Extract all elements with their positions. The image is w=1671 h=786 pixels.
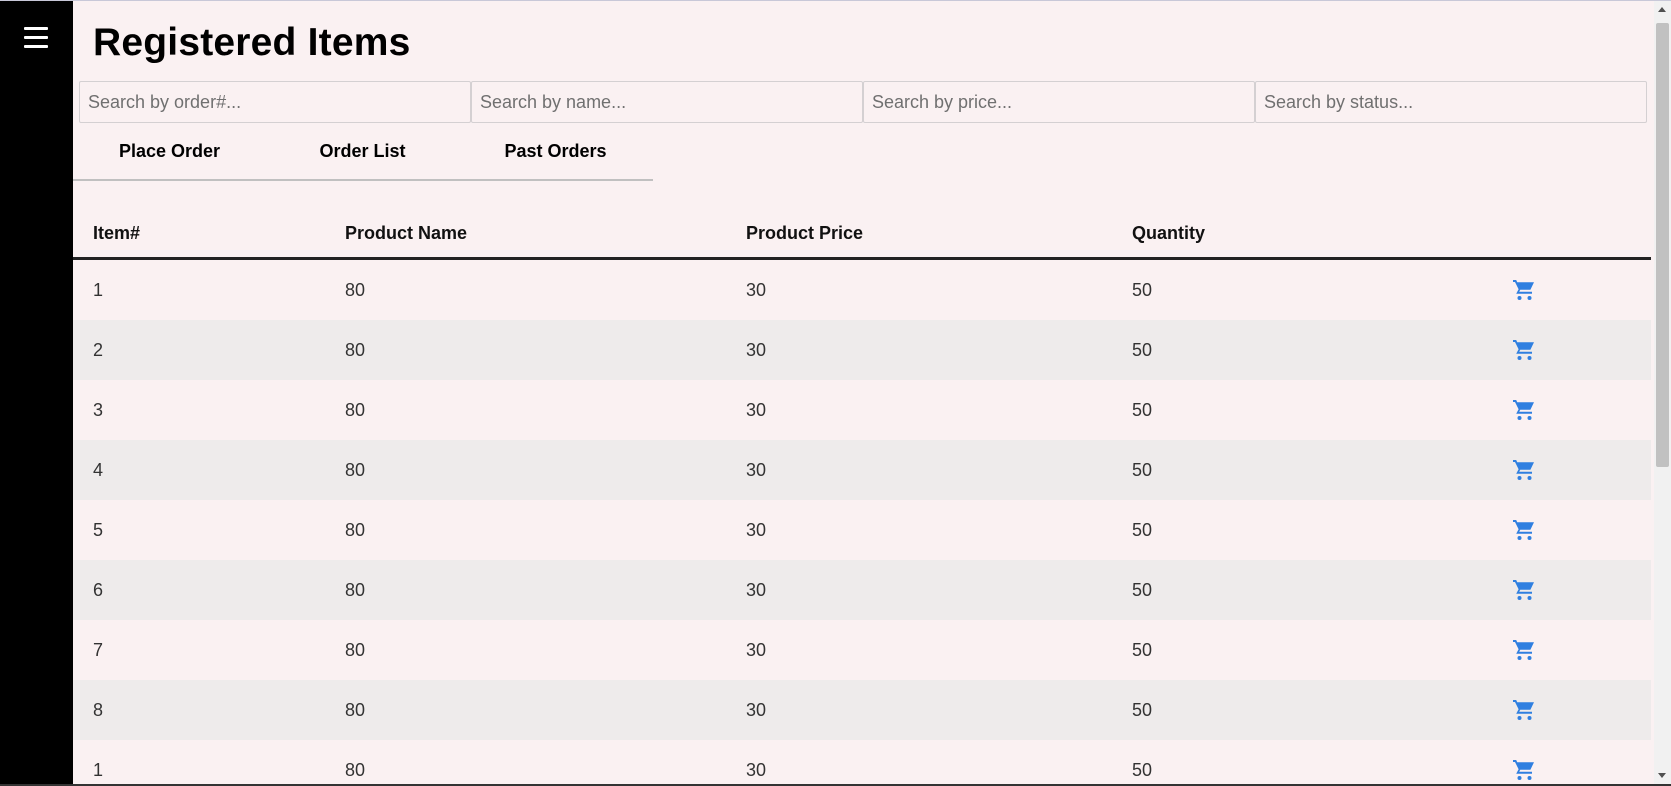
tab-place-order[interactable]: Place Order xyxy=(73,131,266,179)
cell-product-price: 30 xyxy=(746,459,767,480)
search-bar xyxy=(79,81,1647,123)
cell-item: 8 xyxy=(93,699,104,720)
cell-action xyxy=(1512,458,1651,482)
cell-action xyxy=(1512,698,1651,722)
cell-action xyxy=(1512,758,1651,782)
cell-quantity: 50 xyxy=(1132,699,1153,720)
scrollbar-thumb[interactable] xyxy=(1656,23,1669,467)
cell-product-name: 80 xyxy=(345,699,366,720)
cell-quantity: 50 xyxy=(1132,339,1153,360)
cell-action xyxy=(1512,518,1651,542)
cell-quantity: 50 xyxy=(1132,639,1153,660)
items-table: Item# Product Name Product Price Quantit… xyxy=(73,209,1651,784)
search-order-input[interactable] xyxy=(79,81,471,123)
cell-action xyxy=(1512,638,1651,662)
table-row: 2 80 30 50 xyxy=(73,320,1651,380)
cell-product-name: 80 xyxy=(345,519,366,540)
tab-order-list[interactable]: Order List xyxy=(266,131,459,179)
cell-product-name: 80 xyxy=(345,579,366,600)
search-name-input[interactable] xyxy=(471,81,863,123)
cell-product-name: 80 xyxy=(345,639,366,660)
cell-quantity: 50 xyxy=(1132,519,1153,540)
cell-product-price: 30 xyxy=(746,759,767,780)
scroll-down-arrow-icon[interactable] xyxy=(1658,773,1666,778)
cell-product-price: 30 xyxy=(746,279,767,300)
table-row: 6 80 30 50 xyxy=(73,560,1651,620)
shopping-cart-icon[interactable] xyxy=(1512,458,1536,482)
cell-item: 5 xyxy=(93,519,104,540)
table-body: 1 80 30 50 2 80 30 50 3 80 30 50 4 80 30 50 5 80 30 50 6 80 30… xyxy=(73,260,1651,784)
column-header-product-price[interactable]: Product Price xyxy=(746,223,1132,244)
cell-quantity: 50 xyxy=(1132,459,1153,480)
cell-item: 3 xyxy=(93,399,104,420)
shopping-cart-icon[interactable] xyxy=(1512,578,1536,602)
cell-action xyxy=(1512,338,1651,362)
table-row: 1 80 30 50 xyxy=(73,740,1651,784)
app-window: Registered Items Place Order Order List … xyxy=(0,0,1671,786)
cell-item: 4 xyxy=(93,459,104,480)
shopping-cart-icon[interactable] xyxy=(1512,278,1536,302)
table-header: Item# Product Name Product Price Quantit… xyxy=(73,209,1651,260)
shopping-cart-icon[interactable] xyxy=(1512,338,1536,362)
cell-quantity: 50 xyxy=(1132,399,1153,420)
table-row: 5 80 30 50 xyxy=(73,500,1651,560)
table-row: 7 80 30 50 xyxy=(73,620,1651,680)
shopping-cart-icon[interactable] xyxy=(1512,518,1536,542)
cell-quantity: 50 xyxy=(1132,759,1153,780)
cell-product-price: 30 xyxy=(746,699,767,720)
table-row: 8 80 30 50 xyxy=(73,680,1651,740)
search-price-input[interactable] xyxy=(863,81,1255,123)
column-header-item[interactable]: Item# xyxy=(73,223,345,244)
search-status-input[interactable] xyxy=(1255,81,1647,123)
cell-product-name: 80 xyxy=(345,459,366,480)
cell-item: 1 xyxy=(93,759,104,780)
table-row: 3 80 30 50 xyxy=(73,380,1651,440)
shopping-cart-icon[interactable] xyxy=(1512,758,1536,782)
cell-item: 1 xyxy=(93,279,104,300)
main-content: Registered Items Place Order Order List … xyxy=(73,1,1671,784)
cell-item: 6 xyxy=(93,579,104,600)
tab-bar: Place Order Order List Past Orders xyxy=(73,131,653,181)
shopping-cart-icon[interactable] xyxy=(1512,698,1536,722)
cell-action xyxy=(1512,578,1651,602)
cell-product-name: 80 xyxy=(345,399,366,420)
cell-item: 2 xyxy=(93,339,104,360)
cell-product-name: 80 xyxy=(345,339,366,360)
sidebar xyxy=(0,1,73,784)
hamburger-menu-icon[interactable] xyxy=(24,27,48,49)
tab-past-orders[interactable]: Past Orders xyxy=(459,131,652,179)
cell-action xyxy=(1512,278,1651,302)
page-title: Registered Items xyxy=(93,21,411,64)
cell-product-price: 30 xyxy=(746,519,767,540)
shopping-cart-icon[interactable] xyxy=(1512,398,1536,422)
cell-action xyxy=(1512,398,1651,422)
column-header-quantity[interactable]: Quantity xyxy=(1132,223,1512,244)
cell-quantity: 50 xyxy=(1132,579,1153,600)
cell-quantity: 50 xyxy=(1132,279,1153,300)
vertical-scrollbar[interactable] xyxy=(1654,1,1671,784)
cell-product-price: 30 xyxy=(746,639,767,660)
table-row: 4 80 30 50 xyxy=(73,440,1651,500)
cell-item: 7 xyxy=(93,639,104,660)
cell-product-name: 80 xyxy=(345,759,366,780)
shopping-cart-icon[interactable] xyxy=(1512,638,1536,662)
cell-product-price: 30 xyxy=(746,339,767,360)
scroll-up-arrow-icon[interactable] xyxy=(1658,7,1666,12)
cell-product-name: 80 xyxy=(345,279,366,300)
column-header-product-name[interactable]: Product Name xyxy=(345,223,746,244)
cell-product-price: 30 xyxy=(746,399,767,420)
cell-product-price: 30 xyxy=(746,579,767,600)
table-row: 1 80 30 50 xyxy=(73,260,1651,320)
